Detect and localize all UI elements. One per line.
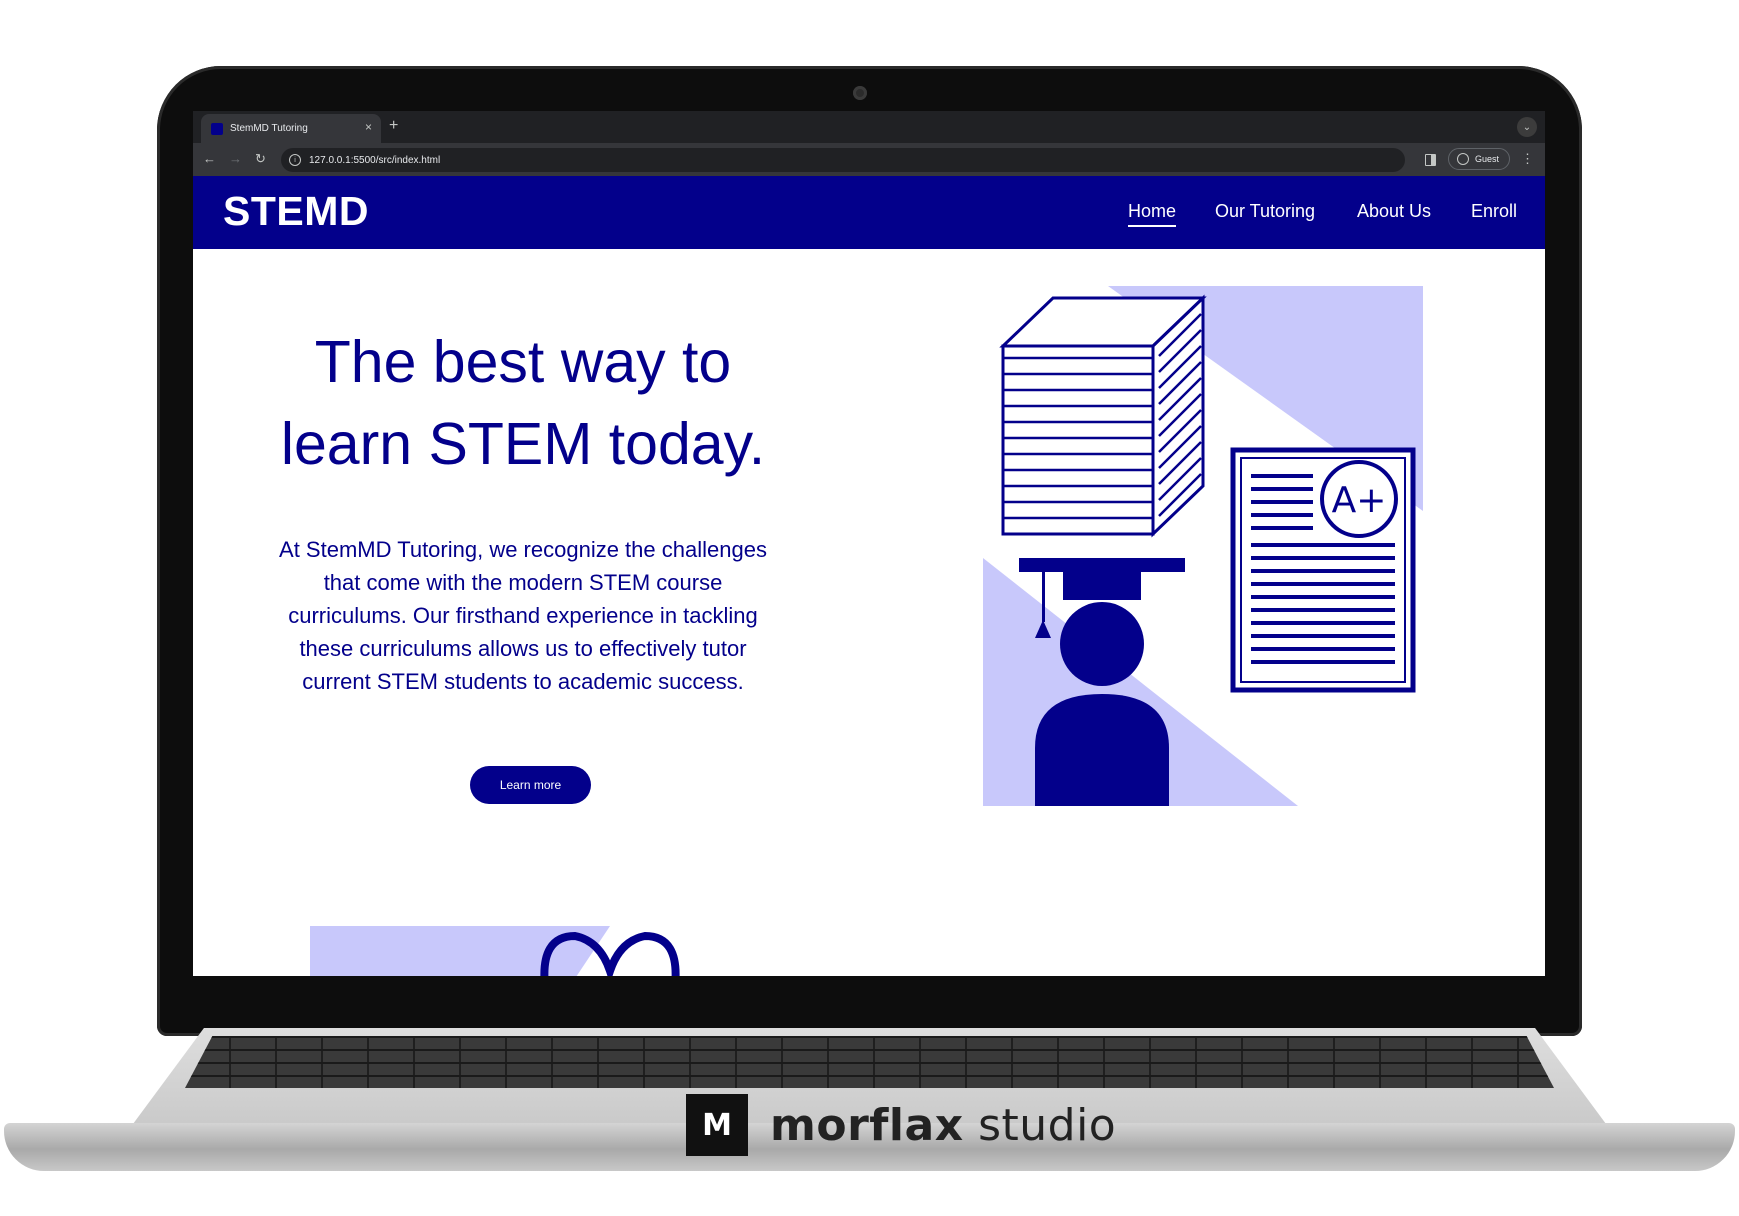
hero-illustration: A+ (983, 286, 1423, 806)
tab-stemmd[interactable]: StemMD Tutoring × (201, 114, 381, 143)
tab-title: StemMD Tutoring (230, 123, 308, 134)
browser-toolbar: ← → ↻ i 127.0.0.1:5500/src/index.html Gu… (193, 143, 1545, 176)
kebab-menu-icon[interactable]: ⋮ (1521, 151, 1534, 167)
profile-button[interactable]: Guest (1448, 148, 1510, 170)
new-tab-button[interactable]: + (389, 117, 398, 135)
hero-title: The best way to learn STEM today. (253, 321, 793, 485)
nav-our-tutoring[interactable]: Our Tutoring (1215, 201, 1315, 222)
nav-about-us[interactable]: About Us (1357, 201, 1431, 222)
brand-bold: morflax (770, 1099, 964, 1151)
brand-light: studio (978, 1099, 1117, 1151)
morflax-logo-icon: M (686, 1094, 748, 1156)
forward-icon[interactable]: → (229, 151, 242, 166)
tab-search-button[interactable]: ⌄ (1517, 117, 1537, 137)
profile-label: Guest (1475, 154, 1500, 164)
next-section-illustration (310, 926, 680, 976)
url-text: 127.0.0.1:5500/src/index.html (309, 154, 441, 166)
learn-more-button[interactable]: Learn more (470, 766, 591, 804)
tab-strip: StemMD Tutoring × + ⌄ (193, 111, 1545, 143)
nav-enroll[interactable]: Enroll (1471, 201, 1517, 222)
nav-home[interactable]: Home (1128, 201, 1177, 227)
address-bar[interactable]: i 127.0.0.1:5500/src/index.html (281, 148, 1405, 172)
site-info-icon[interactable]: i (289, 154, 301, 166)
hero-title-line-1: The best way to (314, 329, 732, 395)
favicon-icon (211, 122, 223, 135)
site-logo[interactable]: STEMD (223, 188, 369, 235)
morflax-wordmark: morflax studio (770, 1100, 1116, 1151)
back-icon[interactable]: ← (203, 151, 216, 166)
reload-icon[interactable]: ↻ (255, 151, 266, 167)
browser-window: StemMD Tutoring × + ⌄ ← → ↻ i 127.0.0.1:… (193, 111, 1545, 976)
webcam (853, 86, 867, 100)
person-icon (1457, 153, 1469, 165)
graded-paper-icon: A+ (1230, 447, 1416, 693)
close-icon[interactable]: × (365, 120, 372, 134)
site-header: STEMD Home Our Tutoring About Us Enroll (193, 176, 1545, 249)
hero-description: At StemMD Tutoring, we recognize the cha… (279, 537, 767, 694)
keyboard-rows (185, 1036, 1554, 1088)
book-stack-icon (999, 294, 1207, 538)
morflax-watermark: M morflax studio (686, 1094, 1116, 1156)
grade-text: A+ (1332, 480, 1387, 521)
side-panel-icon[interactable] (1425, 154, 1436, 166)
hero-title-line-2: learn STEM today. (280, 411, 766, 477)
